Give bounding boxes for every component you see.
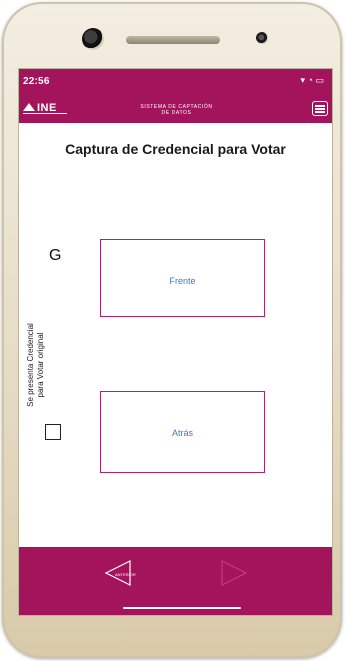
menu-icon-bar: [315, 105, 325, 107]
sensor-icon: [256, 32, 268, 44]
status-bar: 22:56 ▾ ◔ ▭: [19, 69, 332, 95]
original-credential-label: Se presenta Credencial para Votar origin…: [26, 323, 45, 407]
app-header: INE SISTEMA DE CAPTACIÓN DE DATOS: [19, 95, 332, 123]
menu-icon-bar: [315, 111, 325, 113]
screen: 22:56 ▾ ◔ ▭ INE SISTEMA DE CAPTACIÓN DE …: [18, 68, 333, 616]
previous-label: ANTERIOR: [115, 572, 136, 577]
logo-mark-icon: [23, 103, 35, 111]
app-title-line2: DE DATOS: [161, 110, 192, 116]
menu-icon-bar: [315, 108, 325, 110]
ine-logo: INE: [23, 102, 71, 115]
page-title: Captura de Credencial para Votar: [65, 141, 286, 157]
earpiece: [126, 36, 220, 44]
previous-button[interactable]: ANTERIOR: [103, 559, 136, 587]
front-camera-icon: [82, 28, 104, 50]
original-credential-checkbox[interactable]: [45, 424, 61, 440]
home-indicator[interactable]: [123, 607, 241, 609]
capture-front-button[interactable]: Frente: [100, 239, 265, 317]
capture-back-button[interactable]: Atrás: [100, 391, 265, 473]
capture-front-label: Frente: [169, 276, 196, 286]
next-button[interactable]: [219, 559, 249, 587]
status-time: 22:56: [23, 76, 50, 87]
capture-back-label: Atrás: [171, 428, 193, 438]
forward-arrow-icon: [221, 560, 248, 586]
logo-underline: [23, 113, 67, 114]
side-letter: G: [49, 247, 62, 264]
menu-button[interactable]: [312, 101, 328, 116]
status-icons: ▾ ◔ ▭: [300, 75, 324, 85]
phone-frame: 22:56 ▾ ◔ ▭ INE SISTEMA DE CAPTACIÓN DE …: [2, 2, 342, 658]
bottom-nav-bar: ANTERIOR: [19, 547, 332, 615]
app-title: SISTEMA DE CAPTACIÓN DE DATOS: [119, 104, 234, 116]
